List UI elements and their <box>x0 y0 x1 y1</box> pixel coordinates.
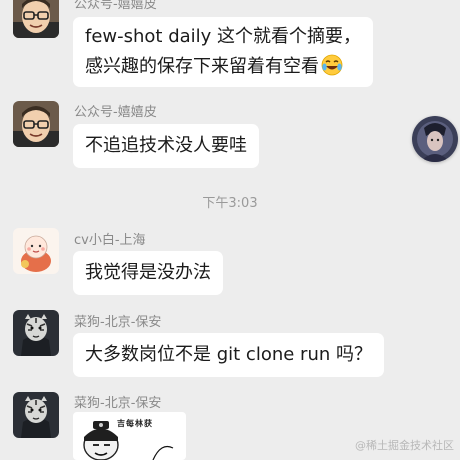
sender-avatar[interactable] <box>13 228 59 274</box>
sender-name: 菜狗-北京-保安 <box>74 396 162 411</box>
message-text: 大多数岗位不是 git clone run 吗？ <box>85 344 372 365</box>
cartoon-avatar-icon <box>13 0 59 38</box>
message-line: few-shot daily 这个就看个摘要， <box>85 26 362 47</box>
sender-name: 公众号-嬉嬉皮 <box>74 0 157 12</box>
message-line-with-emoji: 感兴趣的保存下来留着有空看 <box>85 52 361 82</box>
my-avatar[interactable] <box>412 116 458 162</box>
sender-name: 菜狗-北京-保安 <box>74 315 162 330</box>
sender-name: cv小白-上海 <box>74 233 146 248</box>
sender-name: 公众号-嬉嬉皮 <box>74 105 157 120</box>
cartoon-avatar-icon <box>13 101 59 147</box>
sender-avatar[interactable] <box>13 310 59 356</box>
sticker-message[interactable]: 吉每林获 <box>73 412 186 460</box>
watermark: @稀土掘金技术社区 <box>355 439 454 452</box>
message-text: 不追追技术没人要哇 <box>85 135 247 156</box>
message-bubble[interactable]: 我觉得是没办法 <box>73 251 223 295</box>
sender-avatar[interactable] <box>13 101 59 147</box>
character-avatar-icon <box>412 116 458 162</box>
timestamp: 下午3:03 <box>202 196 258 211</box>
message-bubble[interactable]: few-shot daily 这个就看个摘要， 感兴趣的保存下来留着有空看 <box>73 17 374 87</box>
sender-avatar[interactable] <box>13 0 59 38</box>
message-text: 感兴趣的保存下来留着有空看 <box>85 56 319 77</box>
sender-avatar[interactable] <box>13 392 59 438</box>
baby-avatar-icon <box>13 228 59 274</box>
message-bubble[interactable]: 不追追技术没人要哇 <box>73 124 259 168</box>
message-text: 我觉得是没办法 <box>85 262 211 283</box>
tiger-avatar-icon <box>13 392 59 438</box>
sticker-caption: 吉每林获 <box>117 419 153 428</box>
tiger-avatar-icon <box>13 310 59 356</box>
message-bubble[interactable]: 大多数岗位不是 git clone run 吗？ <box>73 333 384 377</box>
laughing-crying-emoji <box>321 54 343 76</box>
